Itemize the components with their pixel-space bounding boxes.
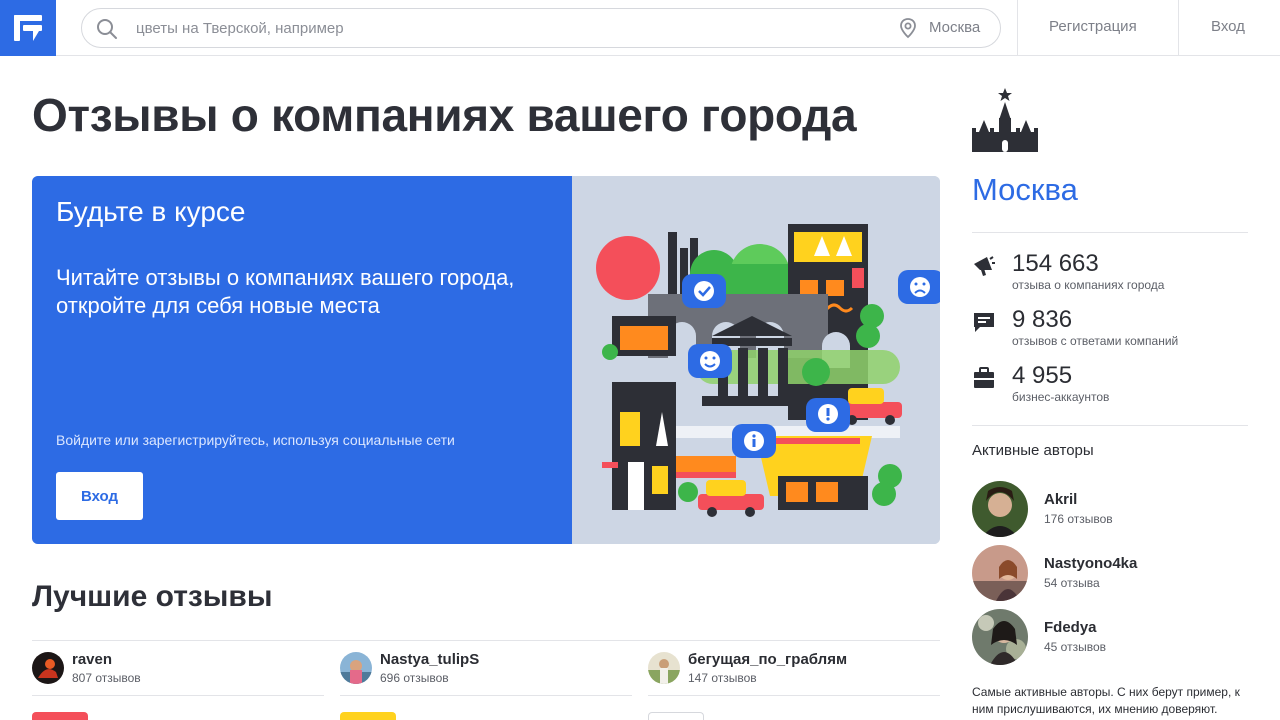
card-divider	[32, 695, 324, 696]
reviewer-card[interactable]: Nastya_tulipS 696 отзывов	[340, 650, 632, 696]
reviewer-name[interactable]: бегущая_по_граблям	[688, 651, 847, 668]
card-divider	[340, 695, 632, 696]
promo-login-button[interactable]: Вход	[56, 472, 143, 520]
stat-answered: 9 836 отзывов с ответами компаний	[972, 306, 1248, 348]
author-review-count: 45 отзывов	[1044, 640, 1107, 654]
review-card-thumbnail[interactable]	[648, 712, 704, 720]
login-link[interactable]: Вход	[1211, 18, 1245, 35]
flamp-logo-icon[interactable]	[0, 0, 56, 56]
header-divider	[1178, 0, 1179, 56]
active-authors-title: Активные авторы	[972, 442, 1094, 459]
chat-icon	[974, 313, 994, 332]
author-name[interactable]: Akril	[1044, 491, 1077, 508]
top-header: Москва Регистрация Вход	[0, 0, 1280, 56]
review-card-thumbnail[interactable]	[32, 712, 88, 720]
avatar[interactable]	[32, 652, 64, 684]
search-bar: Москва	[81, 8, 1001, 48]
reviewer-card[interactable]: бегущая_по_граблям 147 отзывов	[648, 650, 940, 696]
reviewer-name[interactable]: raven	[72, 651, 112, 668]
reviewer-review-count: 696 отзывов	[380, 671, 449, 685]
active-author[interactable]: Fdedya 45 отзывов	[972, 609, 1248, 665]
reviewer-review-count: 147 отзывов	[688, 671, 757, 685]
reviewer-review-count: 807 отзывов	[72, 671, 141, 685]
promo-heading: Будьте в курсе	[56, 196, 246, 227]
avatar[interactable]	[972, 481, 1028, 537]
author-review-count: 54 отзыва	[1044, 576, 1100, 590]
active-authors-note: Самые активные авторы. С них берут приме…	[972, 685, 1240, 716]
city-name[interactable]: Москва	[972, 172, 1078, 208]
search-icon[interactable]	[96, 18, 118, 40]
stat-label: отзыва о компаниях города	[1012, 278, 1165, 292]
stat-value: 154 663	[1012, 250, 1099, 277]
reviewer-card[interactable]: raven 807 отзывов	[32, 650, 324, 696]
active-author[interactable]: Akril 176 отзывов	[972, 481, 1248, 537]
header-divider	[1017, 0, 1018, 56]
sidebar-divider	[972, 232, 1248, 233]
active-author[interactable]: Nastyono4ka 54 отзыва	[972, 545, 1248, 601]
location-pin-icon[interactable]	[897, 17, 919, 39]
reviewer-name[interactable]: Nastya_tulipS	[380, 651, 479, 668]
avatar[interactable]	[648, 652, 680, 684]
author-review-count: 176 отзывов	[1044, 512, 1113, 526]
city-selector[interactable]: Москва	[929, 19, 980, 36]
search-input[interactable]	[136, 9, 856, 47]
section-divider	[32, 640, 940, 641]
promo-social-text: Войдите или зарегистрируйтесь, используя…	[56, 432, 455, 448]
megaphone-icon	[974, 256, 995, 276]
stat-business: 4 955 бизнес-аккаунтов	[972, 362, 1248, 404]
promo-text-panel: Будьте в курсе Читайте отзывы о компания…	[32, 176, 572, 544]
best-reviews-title: Лучшие отзывы	[32, 580, 273, 613]
avatar[interactable]	[972, 545, 1028, 601]
review-card-thumbnail[interactable]	[340, 712, 396, 720]
register-link[interactable]: Регистрация	[1049, 18, 1137, 35]
stat-label: бизнес-аккаунтов	[1012, 390, 1110, 404]
promo-description: Читайте отзывы о компаниях вашего города…	[56, 265, 515, 318]
briefcase-icon	[974, 367, 994, 388]
avatar[interactable]	[972, 609, 1028, 665]
promo-banner: Будьте в курсе Читайте отзывы о компания…	[32, 176, 940, 544]
city-illustration	[572, 176, 940, 544]
page-title: Отзывы о компаниях вашего города	[32, 89, 857, 141]
sidebar-divider	[972, 425, 1248, 426]
stat-label: отзывов с ответами компаний	[1012, 334, 1179, 348]
stat-value: 4 955	[1012, 362, 1073, 389]
card-divider	[648, 695, 940, 696]
stat-reviews: 154 663 отзыва о компаниях города	[972, 250, 1248, 292]
author-name[interactable]: Fdedya	[1044, 619, 1097, 636]
kremlin-icon	[972, 88, 1038, 152]
avatar[interactable]	[340, 652, 372, 684]
author-name[interactable]: Nastyono4ka	[1044, 555, 1137, 572]
stat-value: 9 836	[1012, 306, 1073, 333]
